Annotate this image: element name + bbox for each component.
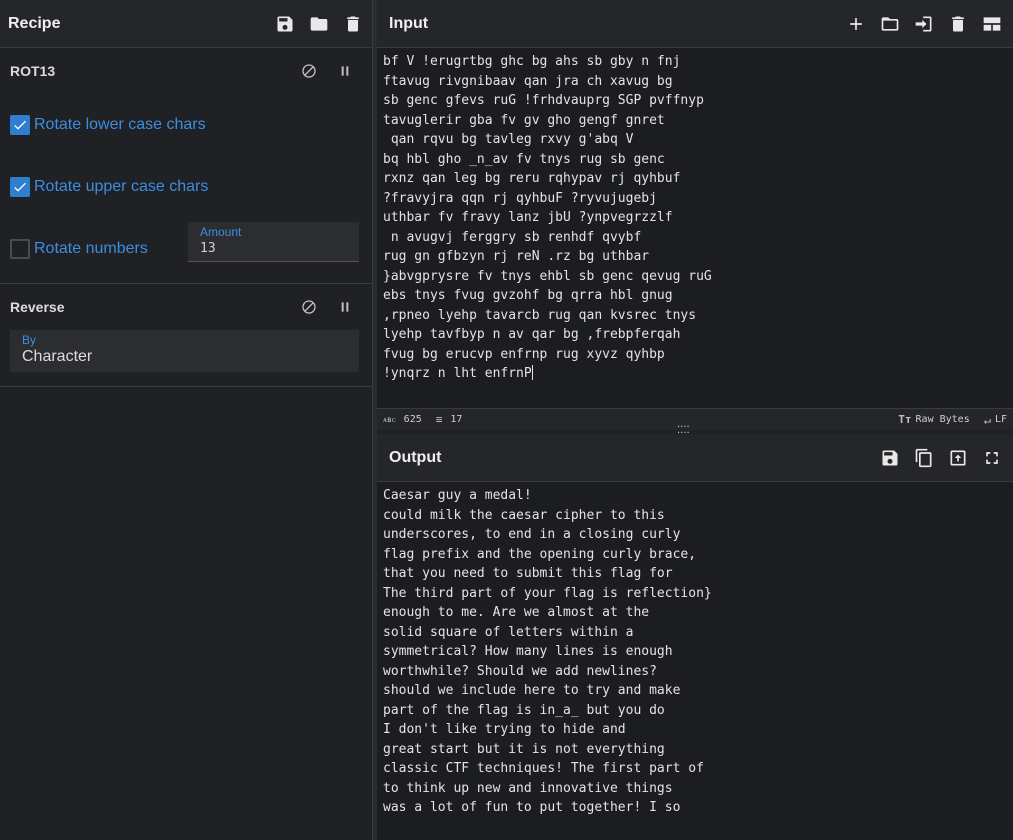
add-icon[interactable] [845,13,867,35]
amount-field[interactable]: Amount 13 [188,222,359,262]
checkbox-checked-icon[interactable] [10,177,30,197]
output-header: Output [377,434,1013,482]
recipe-panel: Recipe ROT13 Rotate lower case chars Rot… [0,0,373,840]
option-label: Rotate lower case chars [34,116,206,133]
option-label: Rotate upper case chars [34,178,209,195]
pause-icon[interactable] [334,60,356,82]
layout-icon[interactable] [981,13,1003,35]
open-folder-icon[interactable] [879,13,901,35]
recipe-title: Recipe [8,14,61,32]
text-caret [531,365,533,380]
length-stat: ᴀʙᴄ 625 [383,414,422,425]
disable-icon[interactable] [298,60,320,82]
reverse-operation: Reverse By Character [0,284,372,387]
replace-input-icon[interactable] [947,447,969,469]
by-label: By [22,333,37,347]
save-output-icon[interactable] [879,447,901,469]
checkbox-unchecked-icon[interactable] [10,239,30,259]
lines-icon: ≡ [435,413,443,426]
input-title: Input [389,14,429,32]
eol-value[interactable]: LF [995,414,1007,425]
amount-value[interactable]: 13 [200,241,216,256]
reverse-title: Reverse [10,299,65,315]
output-text[interactable]: Caesar guy a medal! could milk the caesa… [377,482,1013,822]
input-textarea[interactable]: bf V !erugrtbg ghc bg ahs sb gby n fnj f… [377,48,1013,408]
lines-stat: ≡ 17 [436,413,463,426]
by-value[interactable]: Character [22,348,92,365]
pause-icon[interactable] [334,296,356,318]
folder-icon[interactable] [308,13,330,35]
copy-icon[interactable] [913,447,935,469]
recipe-header: Recipe [0,0,372,48]
input-status-bar: ᴀʙᴄ 625 ≡ 17 Tт Raw Bytes ↵ LF [377,408,1013,430]
save-icon[interactable] [274,13,296,35]
encoding-value[interactable]: Raw Bytes [916,414,970,425]
output-textarea[interactable]: Caesar guy a medal! could milk the caesa… [377,482,1013,840]
eol-select[interactable]: ↵ LF [984,413,1007,427]
lines-value: 17 [450,414,463,425]
text-length-icon: ᴀʙᴄ [383,415,396,424]
fullscreen-icon[interactable] [981,447,1003,469]
option-rotate-lower[interactable]: Rotate lower case chars [10,94,362,156]
rot13-title: ROT13 [10,63,56,79]
amount-label: Amount [200,225,242,239]
by-select[interactable]: By Character [10,330,359,372]
output-title: Output [389,448,442,466]
input-text[interactable]: bf V !erugrtbg ghc bg ahs sb gby n fnj f… [383,54,712,381]
font-size-icon: Tт [898,413,912,426]
io-panel: Input bf V !erugrtbg ghc bg ahs sb gby n… [377,0,1013,840]
length-value: 625 [403,414,422,425]
disable-icon[interactable] [298,296,320,318]
return-arrow-icon: ↵ [983,412,991,427]
encoding-select[interactable]: Tт Raw Bytes [898,413,969,426]
import-icon[interactable] [913,13,935,35]
option-label: Rotate numbers [34,240,148,257]
trash-icon[interactable] [342,13,364,35]
option-rotate-upper[interactable]: Rotate upper case chars [10,156,362,218]
input-header: Input [377,0,1013,48]
checkbox-checked-icon[interactable] [10,115,30,135]
clear-trash-icon[interactable] [947,13,969,35]
